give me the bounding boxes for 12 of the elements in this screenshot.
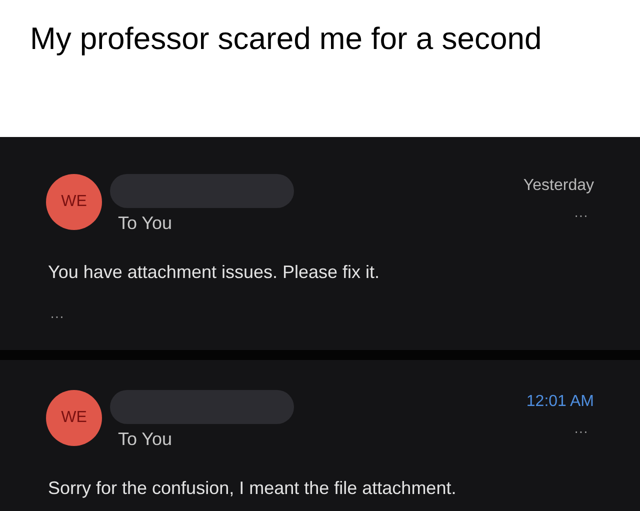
recipient-label: To You [118,428,174,451]
avatar: WE [46,174,102,230]
email-body: You have attachment issues. Please fix it. [48,261,381,284]
time-label: Yesterday [523,176,594,196]
email-body: Sorry for the confusion, I meant the file attachment. [48,477,458,500]
recipient-label: To You [118,212,174,235]
caption: My professor scared me for a second [30,20,543,58]
time-label: 12:01 AM [526,392,594,412]
more-button[interactable]: ··· [574,424,588,438]
more-button[interactable]: ··· [574,208,588,222]
expand-button[interactable]: ··· [50,306,64,327]
avatar: WE [46,390,102,446]
